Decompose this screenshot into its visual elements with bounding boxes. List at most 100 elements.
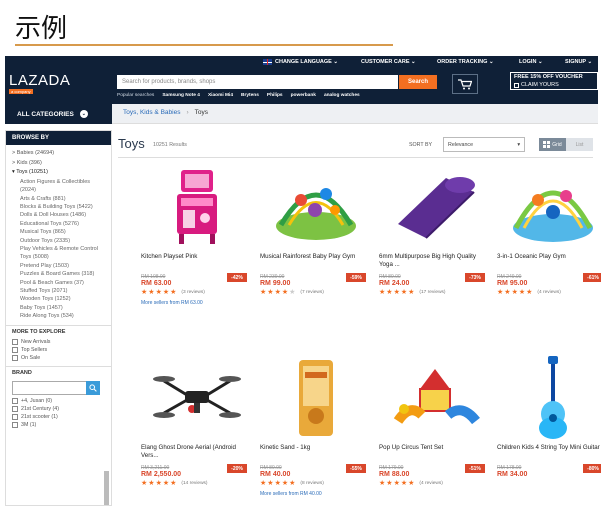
subcategory-item[interactable]: Pool & Beach Games (37) <box>12 279 107 287</box>
subcategory-item[interactable]: Baby Toys (1457) <box>12 304 107 312</box>
product-name[interactable]: Kitchen Playset Pink <box>141 253 253 269</box>
explore-option-label: New Arrivals <box>21 338 51 345</box>
product-card[interactable]: Elang Ghost Drone Aerial (Android Vers..… <box>141 358 253 487</box>
review-count[interactable]: (8 reviews) <box>300 481 323 486</box>
subcategory-item[interactable]: Wooden Toys (1252) <box>12 295 107 303</box>
product-card[interactable]: 6mm Multipurpose Big High Quality Yoga .… <box>379 167 491 296</box>
search-button[interactable]: Search <box>399 75 437 89</box>
subcategory-item[interactable]: Ride Along Toys (534) <box>12 312 107 320</box>
popular-search-link[interactable]: powerbank <box>291 93 316 98</box>
category-item[interactable]: ▾ Toys (10251) <box>12 168 107 178</box>
product-image[interactable] <box>379 358 491 438</box>
discount-badge: -55% <box>346 464 366 473</box>
product-name[interactable]: Musical Rainforest Baby Play Gym <box>260 253 372 269</box>
subcategory-item[interactable]: Educational Toys (5276) <box>12 220 107 228</box>
popular-search-link[interactable]: Samsung Note 4 <box>162 93 200 98</box>
breadcrumb-current: Toys <box>194 109 208 116</box>
product-card[interactable]: Pop Up Circus Tent Set RM 179.00 RM 88.00-… <box>379 358 491 487</box>
product-name[interactable]: Elang Ghost Drone Aerial (Android Vers..… <box>141 444 253 460</box>
popular-search-link[interactable]: Brytens <box>241 93 259 98</box>
all-categories-button[interactable]: ALL CATEGORIES ⌄ <box>5 104 112 124</box>
breadcrumb-link[interactable]: Toys, Kids & Babies <box>123 109 180 116</box>
product-card[interactable]: Kinetic Sand - 1kg RM 89.00 RM 40.00 -55% ★ ★… <box>260 358 372 497</box>
review-count[interactable]: (3 reviews) <box>181 290 204 295</box>
star-icon: ★ <box>141 289 148 296</box>
checkbox[interactable] <box>12 421 18 428</box>
checkbox[interactable] <box>12 405 18 412</box>
subcategory-item[interactable]: Pretend Play (1503) <box>12 262 107 270</box>
explore-option[interactable]: On Sale <box>6 354 111 362</box>
more-sellers-link[interactable]: More sellers from RM 63.00 <box>141 300 253 306</box>
product-card[interactable]: 3-in-1 Oceanic Play Gym RM 249.00 RM 95.00… <box>497 167 601 296</box>
change-language-link[interactable]: CHANGE LANGUAGE ⌄ <box>263 59 338 65</box>
review-count[interactable]: (7 reviews) <box>300 290 323 295</box>
search-icon <box>89 384 97 392</box>
voucher-banner[interactable]: FREE 15% OFF VOUCHER CLAIM YOURS <box>510 72 598 90</box>
product-image[interactable] <box>497 167 601 247</box>
discount-badge: -80% <box>583 464 601 473</box>
product-name[interactable]: Pop Up Circus Tent Set <box>379 444 491 460</box>
star-icon: ★ <box>170 289 177 296</box>
product-card[interactable]: Musical Rainforest Baby Play Gym RM 239.0… <box>260 167 372 296</box>
explore-option[interactable]: Top Sellers <box>6 346 111 354</box>
product-name[interactable]: 3-in-1 Oceanic Play Gym <box>497 253 601 269</box>
brand-option[interactable]: +4, Jusan (0) <box>6 397 111 405</box>
checkbox[interactable] <box>12 413 18 420</box>
subcategory-item[interactable]: Outdoor Toys (2335) <box>12 237 107 245</box>
customer-care-link[interactable]: CUSTOMER CARE ⌄ <box>361 59 416 65</box>
brand-search-input[interactable] <box>12 380 100 395</box>
product-image[interactable] <box>141 167 253 247</box>
checkbox[interactable] <box>12 397 18 404</box>
subcategory-item[interactable]: Arts & Crafts (881) <box>12 195 107 203</box>
brand-option[interactable]: 21st scooter (1) <box>6 413 111 421</box>
star-icon: ★ <box>267 480 274 487</box>
brand-option-label: 21st scooter (1) <box>21 413 58 420</box>
popular-search-link[interactable]: Xiaomi Mi4 <box>208 93 233 98</box>
checkbox[interactable] <box>12 354 18 361</box>
subcategory-item[interactable]: Stuffed Toys (2071) <box>12 287 107 295</box>
review-count[interactable]: (14 reviews) <box>181 481 207 486</box>
product-image[interactable] <box>141 358 253 438</box>
login-link[interactable]: LOGIN ⌄ <box>519 59 543 65</box>
product-card[interactable]: Children Kids 4 String Toy Mini Guitar .… <box>497 356 601 480</box>
product-image[interactable] <box>260 358 372 438</box>
popular-search-link[interactable]: Philips <box>267 93 283 98</box>
search-input[interactable]: Search for products, brands, shops <box>117 75 398 89</box>
signup-link[interactable]: SIGNUP ⌄ <box>565 59 592 65</box>
grid-view-label: Grid <box>552 141 562 148</box>
product-card[interactable]: Kitchen Playset Pink RM 108.00 RM 63.00 -42… <box>141 167 253 306</box>
product-name[interactable]: Children Kids 4 String Toy Mini Guitar .… <box>497 444 601 460</box>
review-count[interactable]: (4 reviews) <box>419 481 442 486</box>
checkbox[interactable] <box>12 338 18 345</box>
product-name[interactable]: 6mm Multipurpose Big High Quality Yoga .… <box>379 253 491 269</box>
list-view-button[interactable]: List <box>566 138 593 151</box>
subcategory-item[interactable]: Puzzles & Board Games (318) <box>12 270 107 278</box>
subcategory-item[interactable]: Dolls & Doll Houses (1486) <box>12 211 107 219</box>
product-image[interactable] <box>497 356 601 439</box>
brand-heading: BRAND <box>6 365 111 379</box>
subcategory-item[interactable]: Blocks & Building Toys (5422) <box>12 203 107 211</box>
popular-search-link[interactable]: analog watches <box>324 93 360 98</box>
explore-option[interactable]: New Arrivals <box>6 338 111 346</box>
sort-select[interactable]: Relevance ▾ <box>443 137 525 152</box>
brand-search-button[interactable] <box>86 380 100 395</box>
sidebar-scrollbar[interactable] <box>104 471 109 505</box>
subcategory-item[interactable]: Musical Toys (865) <box>12 228 107 236</box>
category-item[interactable]: > Kids (396) <box>12 159 107 169</box>
subcategory-item[interactable]: Play Vehicles & Remote Control Toys (500… <box>12 245 107 262</box>
brand-option[interactable]: 21st Century (4) <box>6 405 111 413</box>
product-image[interactable] <box>379 167 491 247</box>
category-item[interactable]: > Babies (24694) <box>12 149 107 159</box>
cart-button[interactable] <box>452 74 478 94</box>
product-image[interactable] <box>260 167 372 247</box>
subcategory-item[interactable]: Action Figures & Collectibles (2024) <box>12 178 107 195</box>
order-tracking-link[interactable]: ORDER TRACKING ⌄ <box>437 59 494 65</box>
review-count[interactable]: (4 reviews) <box>537 290 560 295</box>
brand-option[interactable]: 3M (1) <box>6 421 111 429</box>
grid-view-button[interactable]: Grid <box>539 138 566 151</box>
checkbox[interactable] <box>12 346 18 353</box>
review-count[interactable]: (17 reviews) <box>419 290 445 295</box>
lazada-logo[interactable]: LAZADA <box>9 72 70 89</box>
product-name[interactable]: Kinetic Sand - 1kg <box>260 444 372 460</box>
more-sellers-link[interactable]: More sellers from RM 40.00 <box>260 491 372 497</box>
